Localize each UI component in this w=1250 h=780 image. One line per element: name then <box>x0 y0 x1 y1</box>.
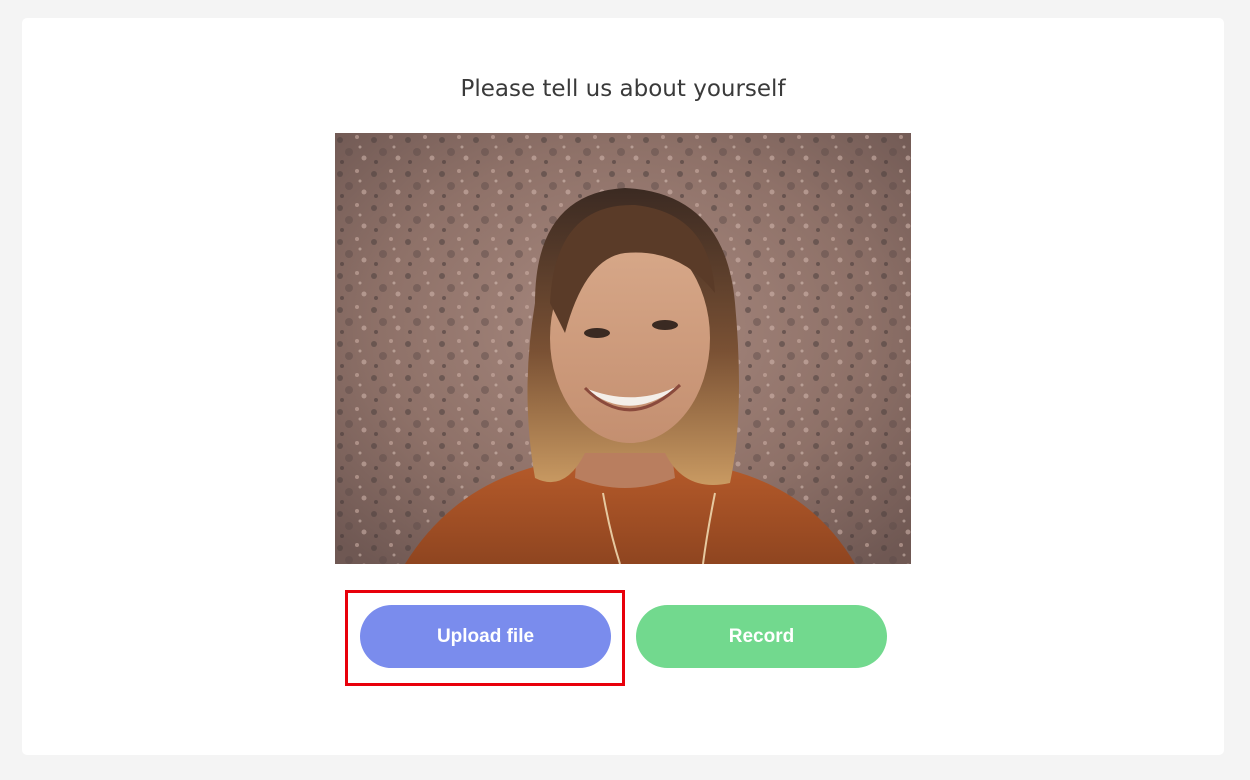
page-title: Please tell us about yourself <box>460 76 786 102</box>
profile-photo <box>335 133 911 564</box>
upload-file-button[interactable]: Upload file <box>360 605 611 668</box>
form-card: Please tell us about yourself Upload fil… <box>22 18 1224 755</box>
record-button[interactable]: Record <box>636 605 887 668</box>
